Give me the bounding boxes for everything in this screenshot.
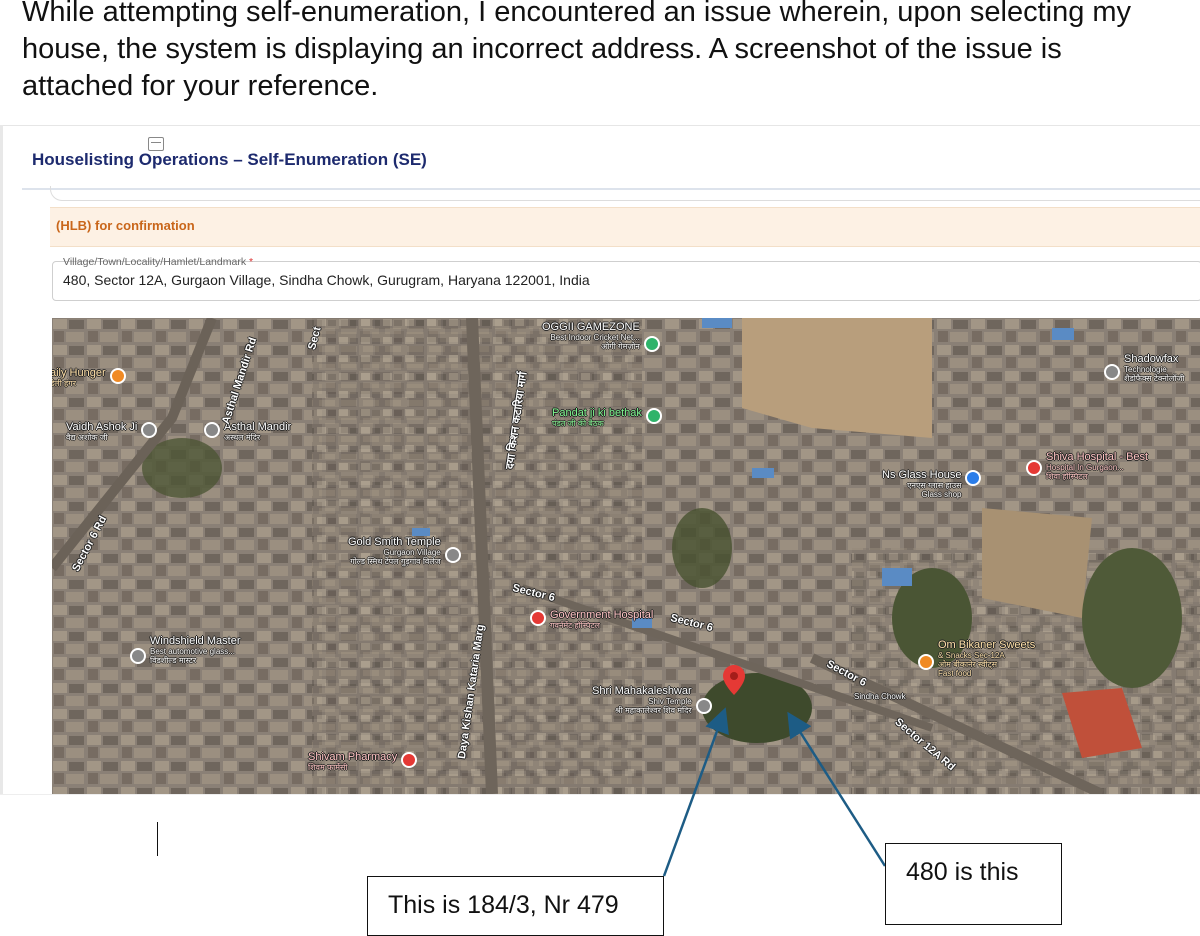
annotation-480: 480 is this (885, 843, 1062, 925)
arrow-to-480 (787, 711, 887, 867)
annotation-arrows (662, 707, 887, 877)
annotation-184-3: This is 184/3, Nr 479 (367, 876, 664, 936)
arrow-to-pin (662, 707, 729, 877)
